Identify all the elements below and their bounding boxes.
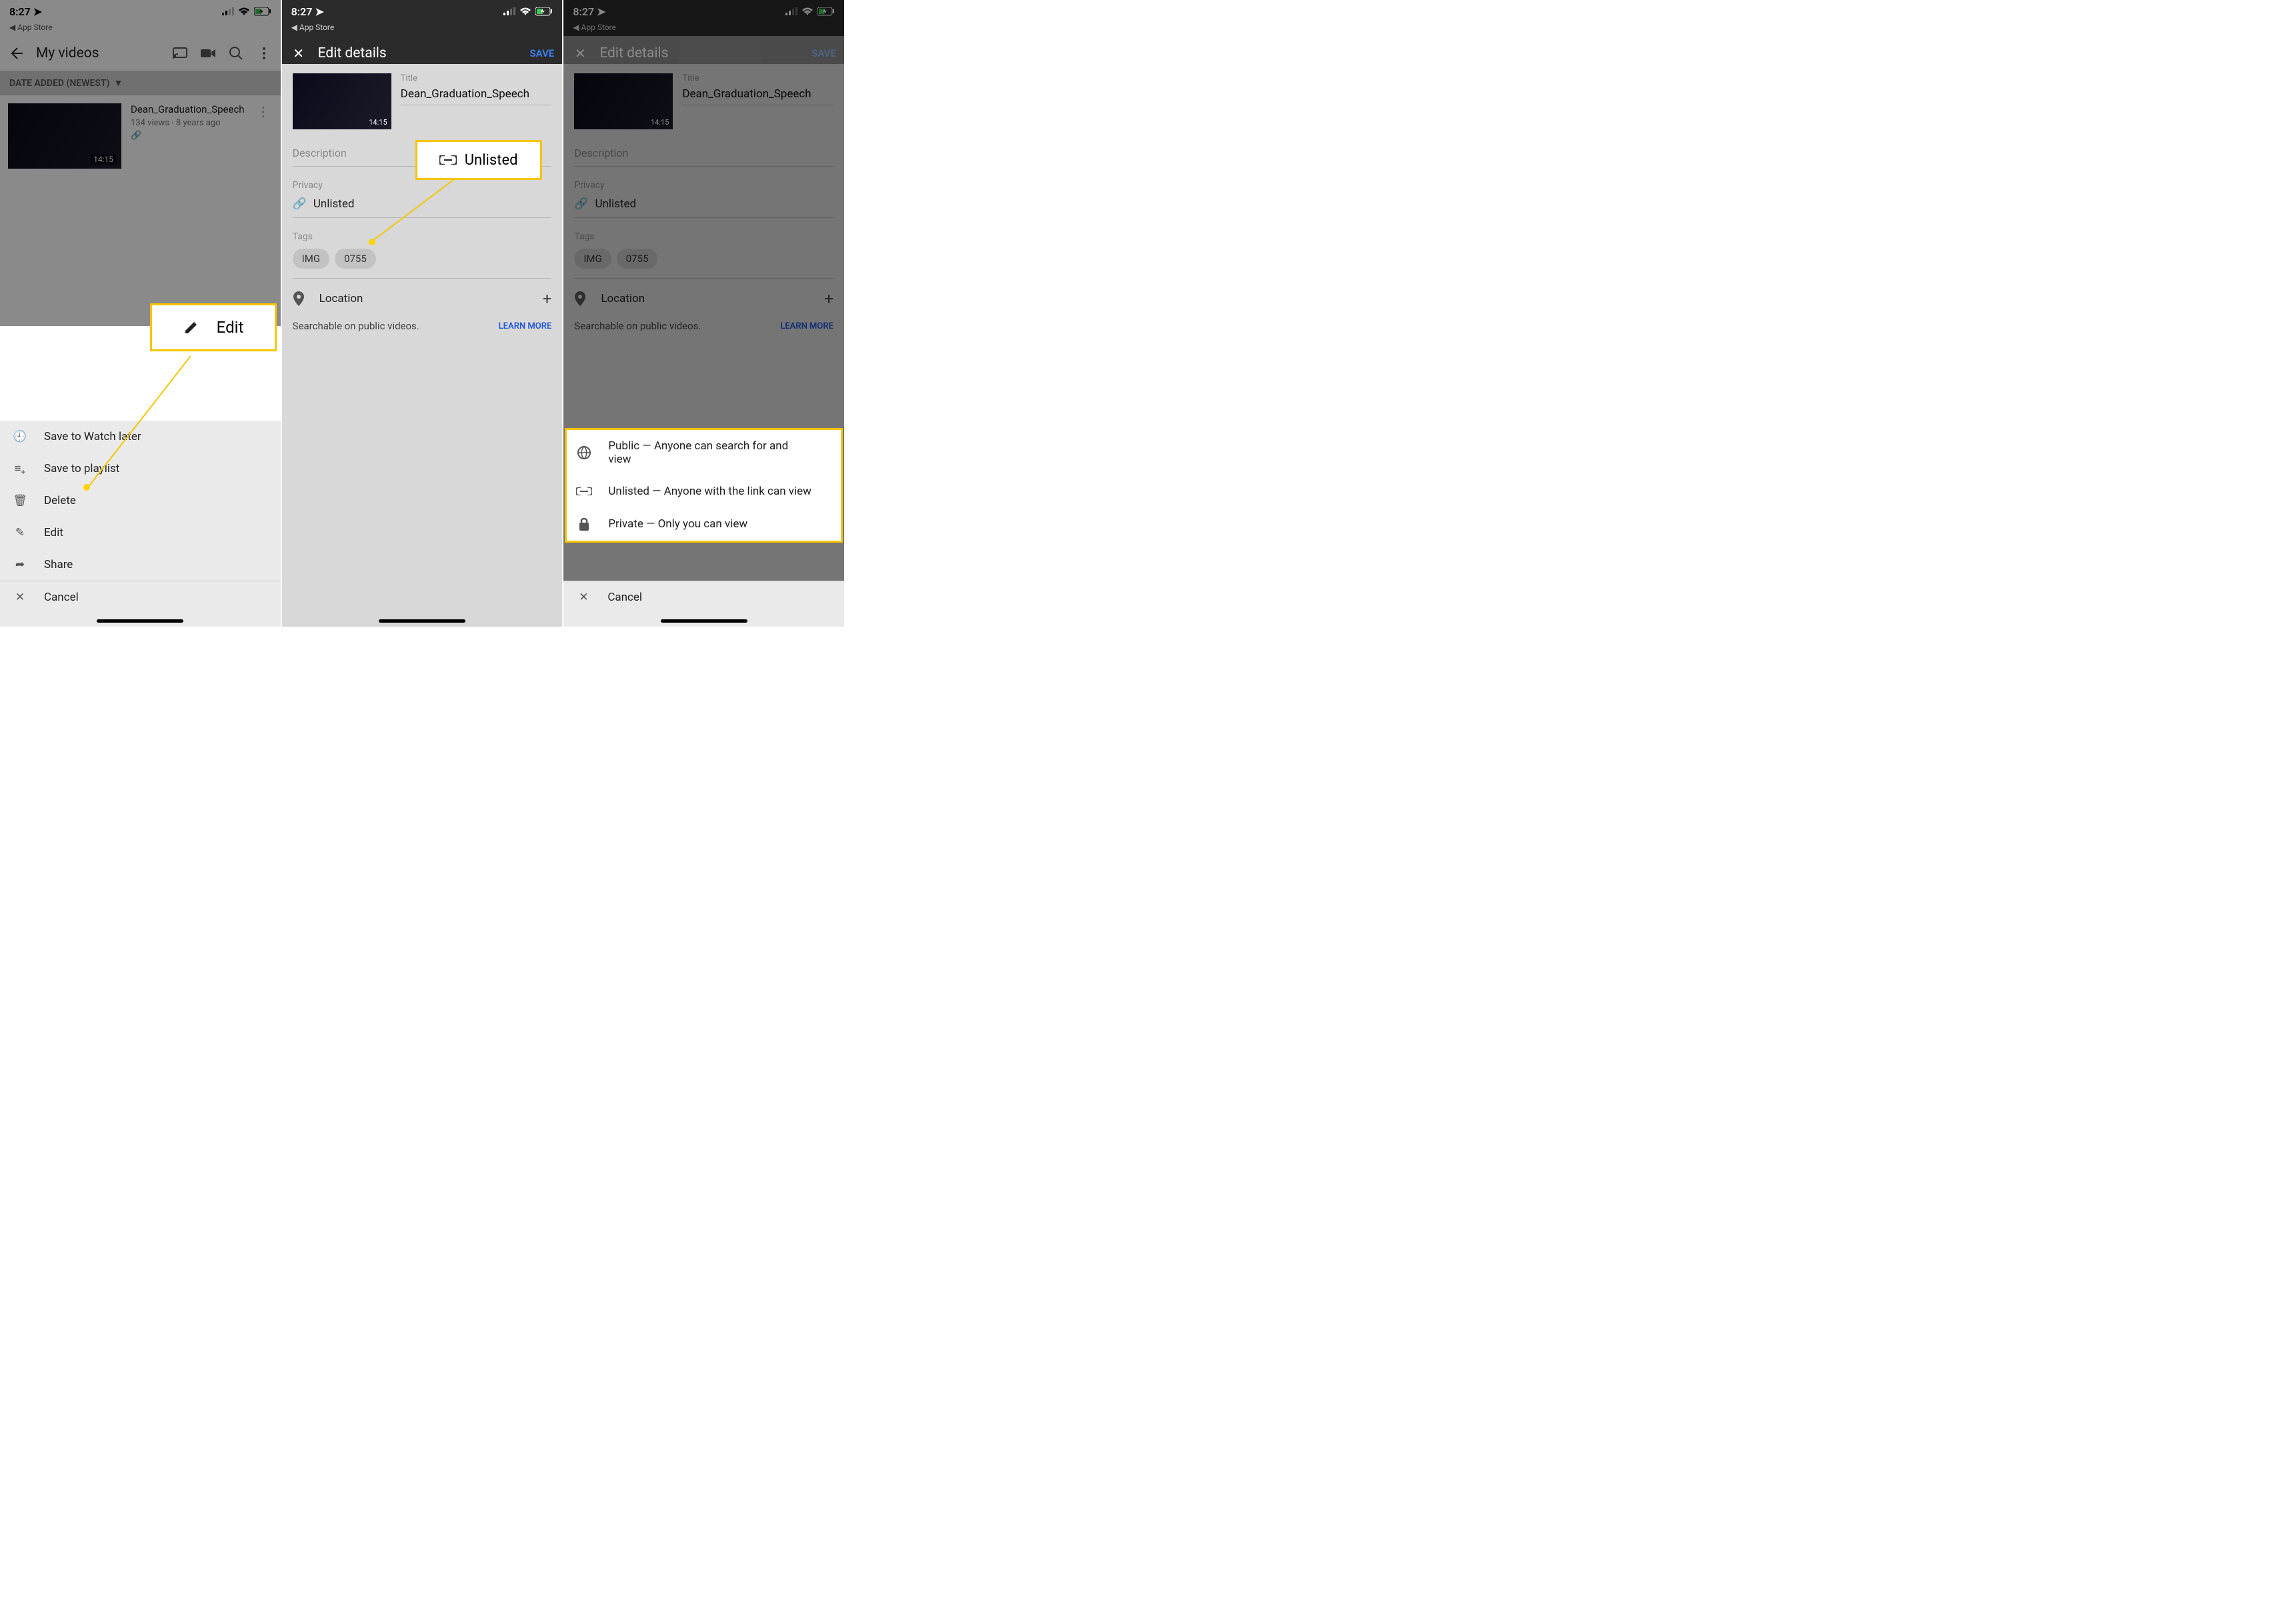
privacy-cancel[interactable]: ✕ Cancel: [563, 581, 844, 613]
sheet-delete[interactable]: 🗑Delete: [0, 485, 281, 517]
clock-icon: 🕘: [12, 430, 28, 443]
close-icon[interactable]: ✕: [571, 45, 589, 62]
sheet-playlist[interactable]: ≡₊Save to playlist: [0, 453, 281, 485]
callout-unlisted: Unlisted: [415, 140, 542, 180]
video-thumb: 14:15: [574, 73, 673, 129]
statusbar: 8:27➤: [563, 0, 844, 23]
pencil-icon: ✎: [12, 526, 28, 539]
searchable-text: Searchable on public videos.: [293, 320, 419, 332]
trash-icon: 🗑: [12, 494, 28, 507]
link-icon: [576, 487, 592, 495]
tag-chip[interactable]: 0755: [617, 249, 658, 269]
callout-edit: Edit: [150, 303, 277, 351]
home-indicator: [661, 619, 747, 623]
save-button[interactable]: SAVE: [811, 47, 836, 59]
panel-edit-details: 8:27➤ ◀ App Store ✕ Edit details SAVE 14…: [282, 0, 564, 627]
location-row[interactable]: Location +: [574, 289, 833, 308]
lock-icon: [576, 517, 592, 531]
save-button[interactable]: SAVE: [530, 47, 555, 59]
playlist-add-icon: ≡₊: [12, 462, 28, 475]
privacy-option-public[interactable]: Public — Anyone can search for and view: [567, 430, 841, 475]
tag-chip[interactable]: IMG: [574, 249, 611, 269]
sheet-share[interactable]: ➦Share: [0, 549, 281, 581]
close-icon: ✕: [12, 591, 28, 604]
tags-row[interactable]: IMG 0755: [293, 249, 552, 279]
close-icon: ✕: [575, 591, 591, 604]
tag-chip[interactable]: 0755: [335, 249, 376, 269]
pencil-icon: [183, 319, 199, 335]
privacy-selector[interactable]: 🔗 Unlisted: [293, 197, 552, 218]
link-icon: [439, 155, 457, 165]
location-arrow-icon: ➤: [315, 5, 323, 18]
title-input[interactable]: Dean_Graduation_Speech: [682, 87, 833, 105]
title-label: Title: [401, 73, 552, 83]
location-row[interactable]: Location +: [293, 289, 552, 308]
privacy-selector[interactable]: 🔗 Unlisted: [574, 197, 833, 218]
signal-icon: [503, 7, 515, 15]
globe-icon: [576, 445, 592, 460]
add-location-icon[interactable]: +: [824, 289, 833, 308]
learn-more-link[interactable]: LEARN MORE: [780, 321, 833, 331]
link-icon: 🔗: [293, 197, 307, 211]
link-icon: 🔗: [574, 197, 588, 211]
learn-more-link[interactable]: LEARN MORE: [499, 321, 552, 331]
close-icon[interactable]: ✕: [290, 45, 307, 62]
tag-chip[interactable]: IMG: [293, 249, 329, 269]
share-icon: ➦: [12, 558, 28, 571]
wifi-icon: [519, 7, 531, 16]
description-field[interactable]: Description: [574, 147, 833, 167]
video-thumb: 14:15: [293, 73, 391, 129]
wifi-icon: [801, 7, 813, 16]
sheet-cancel[interactable]: ✕Cancel: [0, 581, 281, 613]
action-sheet: 🕘Save to Watch later ≡₊Save to playlist …: [0, 421, 281, 627]
sheet-watch-later[interactable]: 🕘Save to Watch later: [0, 421, 281, 453]
statusbar: 8:27➤: [282, 0, 563, 23]
back-to-app[interactable]: ◀ App Store: [563, 23, 844, 36]
panel-my-videos: 8:27➤ ◀ App Store My videos DATE ADDED (…: [0, 0, 282, 627]
add-location-icon[interactable]: +: [543, 289, 552, 308]
privacy-option-private[interactable]: Private — Only you can view: [567, 507, 841, 541]
battery-icon: [535, 7, 553, 16]
location-pin-icon: [574, 291, 586, 306]
back-to-app[interactable]: ◀ App Store: [282, 23, 563, 36]
page-title: Edit details: [318, 45, 387, 61]
home-indicator: [379, 619, 465, 623]
location-arrow-icon: ➤: [597, 5, 605, 18]
privacy-label: Privacy: [293, 180, 552, 191]
home-indicator: [97, 619, 183, 623]
sheet-edit[interactable]: ✎Edit: [0, 517, 281, 549]
tags-label: Tags: [293, 231, 552, 242]
privacy-option-unlisted[interactable]: Unlisted — Anyone with the link can view: [567, 475, 841, 507]
battery-icon: [817, 7, 835, 16]
title-input[interactable]: Dean_Graduation_Speech: [401, 87, 552, 105]
signal-icon: [785, 7, 797, 15]
location-pin-icon: [293, 291, 305, 306]
panel-privacy-options: 8:27➤ ◀ App Store ✕ Edit details SAVE 14…: [563, 0, 845, 627]
callout-privacy-options: Public — Anyone can search for and view …: [565, 428, 843, 543]
